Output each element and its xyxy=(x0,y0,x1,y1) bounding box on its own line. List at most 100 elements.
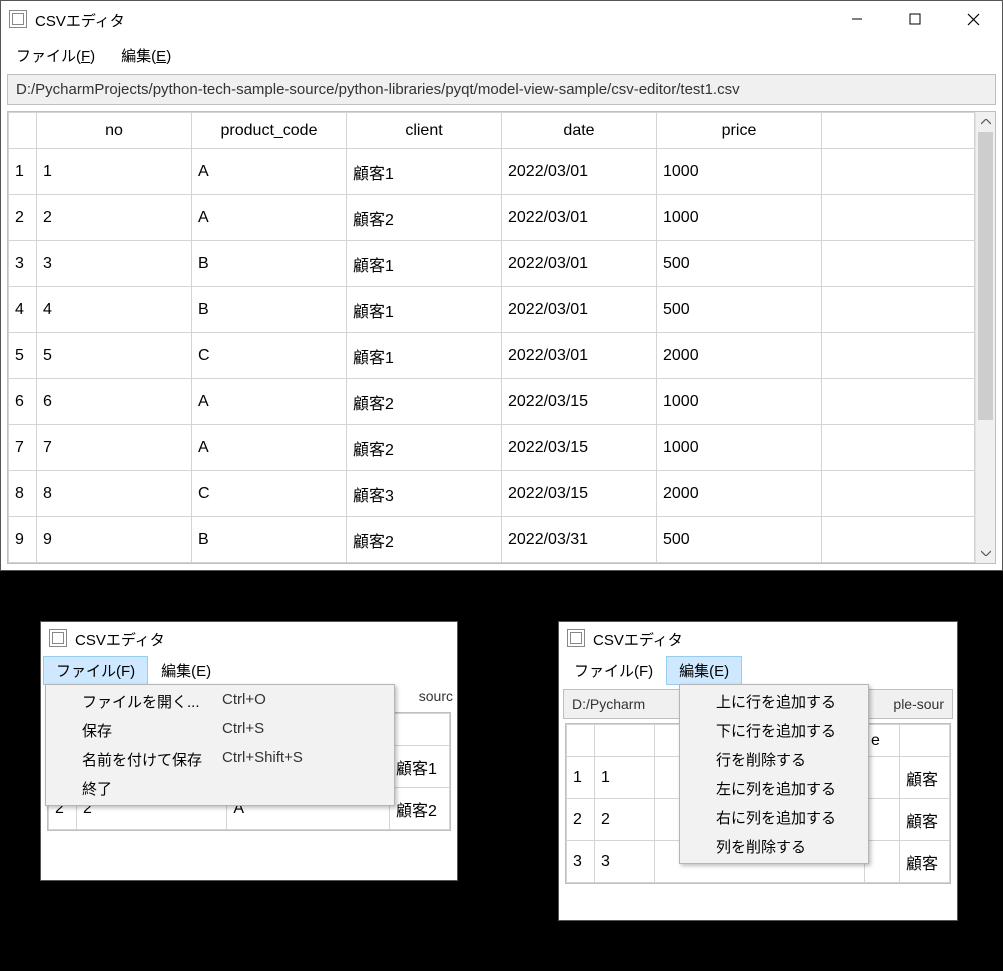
menu-item[interactable]: ファイルを開く...Ctrl+O xyxy=(48,687,392,716)
cell[interactable]: 3 xyxy=(37,241,192,287)
cell[interactable]: 2 xyxy=(595,799,655,841)
cell[interactable]: 顧客2 xyxy=(347,379,502,425)
cell[interactable]: 1000 xyxy=(657,379,822,425)
cell-empty[interactable] xyxy=(822,287,975,333)
cell[interactable]: 1 xyxy=(595,757,655,799)
csv-table[interactable]: no product_code client date price 11A顧客1… xyxy=(7,111,996,564)
cell[interactable]: 2022/03/01 xyxy=(502,241,657,287)
titlebar[interactable]: CSVエディタ xyxy=(1,1,1002,37)
menu-edit[interactable]: 編集(E) xyxy=(666,656,742,685)
cell[interactable]: 5 xyxy=(37,333,192,379)
menu-file[interactable]: ファイル(F) xyxy=(561,656,666,685)
menu-file[interactable]: ファイル(F) xyxy=(43,656,148,685)
cell[interactable]: 2022/03/15 xyxy=(502,425,657,471)
cell[interactable]: A xyxy=(192,425,347,471)
close-button[interactable] xyxy=(944,1,1002,37)
col-header[interactable]: no xyxy=(37,113,192,149)
cell[interactable]: 顧客 xyxy=(900,799,950,841)
cell[interactable]: C xyxy=(192,471,347,517)
cell[interactable]: 4 xyxy=(37,287,192,333)
maximize-button[interactable] xyxy=(886,1,944,37)
menu-item[interactable]: 左に列を追加する xyxy=(682,774,866,803)
row-header[interactable]: 1 xyxy=(567,757,595,799)
scroll-thumb[interactable] xyxy=(978,132,993,420)
col-header[interactable]: product_code xyxy=(192,113,347,149)
cell[interactable]: 顧客1 xyxy=(347,333,502,379)
table-row[interactable]: 99B顧客22022/03/31500 xyxy=(9,517,975,563)
menu-file[interactable]: ファイル(F) xyxy=(3,41,108,70)
cell[interactable]: 3 xyxy=(595,841,655,883)
menu-item[interactable]: 行を削除する xyxy=(682,745,866,774)
row-header[interactable]: 9 xyxy=(9,517,37,563)
cell-empty[interactable] xyxy=(822,517,975,563)
table-row[interactable]: 77A顧客22022/03/151000 xyxy=(9,425,975,471)
col-header-empty[interactable] xyxy=(822,113,975,149)
menu-item[interactable]: 列を削除する xyxy=(682,832,866,861)
table-row[interactable]: 11A顧客12022/03/011000 xyxy=(9,149,975,195)
cell[interactable]: 500 xyxy=(657,517,822,563)
cell[interactable]: 2022/03/15 xyxy=(502,471,657,517)
cell[interactable]: 1000 xyxy=(657,195,822,241)
table-row[interactable]: 33B顧客12022/03/01500 xyxy=(9,241,975,287)
menu-item[interactable]: 右に列を追加する xyxy=(682,803,866,832)
cell[interactable]: 顧客1 xyxy=(347,149,502,195)
row-header[interactable]: 2 xyxy=(567,799,595,841)
cell[interactable]: 顧客2 xyxy=(347,517,502,563)
cell[interactable]: 500 xyxy=(657,241,822,287)
cell[interactable]: 顧客1 xyxy=(347,241,502,287)
row-header[interactable]: 8 xyxy=(9,471,37,517)
cell[interactable]: 1000 xyxy=(657,149,822,195)
table-row[interactable]: 55C顧客12022/03/012000 xyxy=(9,333,975,379)
table-row[interactable]: 22A顧客22022/03/011000 xyxy=(9,195,975,241)
col-header[interactable]: date xyxy=(502,113,657,149)
cell[interactable]: A xyxy=(192,379,347,425)
cell[interactable]: 8 xyxy=(37,471,192,517)
cell[interactable]: 顧客3 xyxy=(347,471,502,517)
cell[interactable]: 2022/03/15 xyxy=(502,379,657,425)
cell[interactable]: 7 xyxy=(37,425,192,471)
cell-empty[interactable] xyxy=(822,195,975,241)
titlebar[interactable]: CSVエディタ xyxy=(559,622,957,654)
col-header[interactable]: client xyxy=(347,113,502,149)
cell[interactable]: A xyxy=(192,195,347,241)
cell-empty[interactable] xyxy=(822,425,975,471)
cell[interactable]: 顧客1 xyxy=(347,287,502,333)
col-header[interactable]: price xyxy=(657,113,822,149)
cell-empty[interactable] xyxy=(822,333,975,379)
row-header[interactable]: 1 xyxy=(9,149,37,195)
cell[interactable]: 顧客2 xyxy=(347,195,502,241)
cell[interactable]: C xyxy=(192,333,347,379)
row-header[interactable]: 3 xyxy=(9,241,37,287)
menu-item[interactable]: 名前を付けて保存Ctrl+Shift+S xyxy=(48,745,392,774)
menu-item[interactable]: 上に行を追加する xyxy=(682,687,866,716)
cell[interactable] xyxy=(865,841,900,883)
cell[interactable]: 顧客 xyxy=(900,757,950,799)
cell[interactable] xyxy=(865,757,900,799)
cell[interactable]: 2022/03/31 xyxy=(502,517,657,563)
cell-empty[interactable] xyxy=(822,149,975,195)
minimize-button[interactable] xyxy=(828,1,886,37)
cell[interactable]: 1 xyxy=(37,149,192,195)
menu-edit[interactable]: 編集(E) xyxy=(108,41,184,70)
row-header[interactable]: 7 xyxy=(9,425,37,471)
menu-item[interactable]: 終了 xyxy=(48,774,392,803)
table-row[interactable]: 66A顧客22022/03/151000 xyxy=(9,379,975,425)
cell[interactable]: B xyxy=(192,241,347,287)
cell-empty[interactable] xyxy=(822,379,975,425)
titlebar[interactable]: CSVエディタ xyxy=(41,622,457,654)
cell[interactable]: 顧客 xyxy=(900,841,950,883)
vertical-scrollbar[interactable] xyxy=(975,112,995,563)
row-header[interactable]: 4 xyxy=(9,287,37,333)
scroll-up-icon[interactable] xyxy=(976,112,995,132)
row-header[interactable]: 5 xyxy=(9,333,37,379)
cell[interactable]: B xyxy=(192,517,347,563)
cell[interactable]: 2 xyxy=(37,195,192,241)
cell[interactable] xyxy=(865,799,900,841)
cell[interactable]: A xyxy=(192,149,347,195)
cell[interactable]: 顧客2 xyxy=(347,425,502,471)
menu-edit[interactable]: 編集(E) xyxy=(148,656,224,685)
row-header[interactable]: 3 xyxy=(567,841,595,883)
table-corner[interactable] xyxy=(9,113,37,149)
row-header[interactable]: 2 xyxy=(9,195,37,241)
cell-empty[interactable] xyxy=(822,471,975,517)
